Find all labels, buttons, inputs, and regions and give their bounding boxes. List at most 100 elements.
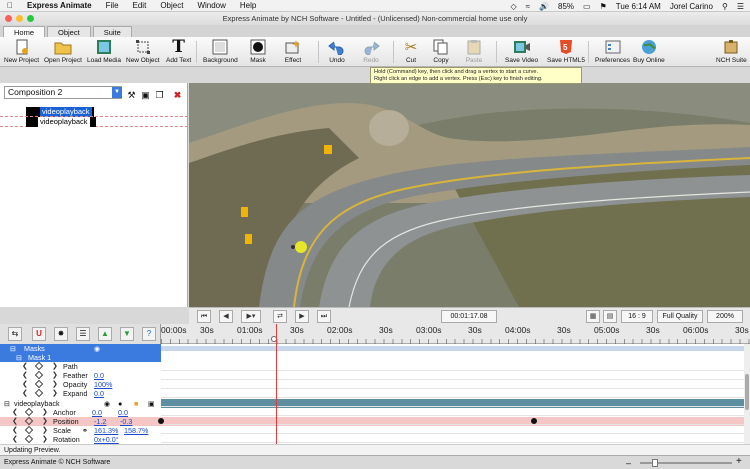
battery-percent[interactable]: 85% [558, 2, 574, 11]
keyframe-toggle[interactable] [34, 379, 44, 389]
paste-button[interactable]: Paste [465, 38, 483, 66]
aspect-ratio-select[interactable]: 16 : 9 [621, 310, 653, 323]
menu-list-icon[interactable]: ☰ [737, 2, 744, 11]
move-down-icon[interactable]: ▼ [120, 327, 134, 341]
anchor-x-value[interactable]: 0.0 [92, 408, 102, 417]
lock-icon[interactable]: ■ [134, 399, 138, 408]
eye-icon[interactable]: ◉ [94, 344, 100, 353]
clock[interactable]: Tue 6:14 AM [616, 2, 661, 11]
link-icon[interactable]: ⇆ [8, 327, 22, 341]
playhead-line[interactable] [276, 324, 277, 444]
audio-icon[interactable]: ● [118, 399, 122, 408]
buy-online-button[interactable]: Buy Online [633, 38, 665, 66]
background-button[interactable]: Background [203, 38, 238, 66]
save-video-button[interactable]: Save Video [505, 38, 538, 66]
tab-object[interactable]: Object [47, 26, 91, 37]
grid-icon[interactable]: ▦ [586, 310, 600, 323]
layer-track[interactable] [161, 399, 750, 408]
zoom-slider-thumb[interactable] [652, 459, 658, 467]
step-back-button[interactable]: ◀ [219, 310, 233, 323]
keyframe-toggle[interactable] [24, 407, 34, 417]
layer-row[interactable]: ⊟ videoplayback ◉ ● ■ ▣ [0, 399, 750, 408]
menu-help[interactable]: Help [233, 1, 263, 10]
expand-value[interactable]: 0.0 [94, 389, 104, 398]
opacity-value[interactable]: 100% [94, 380, 112, 389]
new-object-button[interactable]: New Object [126, 38, 160, 66]
position-x-value[interactable]: -1.2 [94, 417, 106, 426]
skip-end-button[interactable]: ⏭ [317, 310, 331, 323]
masks-row[interactable]: ⊟ Masks ◉ [0, 344, 750, 353]
layer-item[interactable]: videoplayback [26, 117, 96, 127]
quality-select[interactable]: Full Quality [657, 310, 703, 323]
keyframe-dot[interactable] [531, 418, 537, 424]
scale-y-value[interactable]: 158.7% [124, 426, 148, 435]
rotation-value[interactable]: 0x+0.0° [94, 435, 119, 444]
scrollbar-thumb[interactable] [745, 374, 749, 410]
mask-button[interactable]: Mask [249, 38, 267, 66]
keyframe-toggle[interactable] [34, 361, 44, 371]
search-icon[interactable]: ⚲ [722, 2, 728, 11]
menu-file[interactable]: File [99, 1, 126, 10]
link-scale-icon[interactable]: ⚭ [82, 426, 88, 435]
copy-button[interactable]: Copy [432, 38, 450, 66]
add-layer-icon[interactable]: ▣ [140, 90, 151, 101]
move-up-icon[interactable]: ▲ [98, 327, 112, 341]
keyframe-toggle[interactable] [24, 434, 34, 444]
save-html5-button[interactable]: 5 Save HTML5 [547, 38, 585, 66]
keyframe-toggle[interactable] [34, 388, 44, 398]
load-media-button[interactable]: Load Media [87, 38, 121, 66]
nch-suite-button[interactable]: NCH Suite [716, 38, 747, 66]
delete-icon[interactable]: ✖ [172, 90, 183, 101]
keyframe-toggle[interactable] [24, 416, 34, 426]
effect-button[interactable]: Effect [284, 38, 302, 66]
menu-edit[interactable]: Edit [126, 1, 154, 10]
eye-icon[interactable]: ◉ [104, 399, 110, 408]
mask1-row[interactable]: ⊟ Mask 1 [0, 353, 750, 362]
position-y-value[interactable]: -0.3 [120, 417, 132, 426]
skip-start-button[interactable]: ⏮ [197, 310, 211, 323]
user-name[interactable]: Jorel Carino [670, 2, 713, 11]
zoom-window-button[interactable] [27, 15, 34, 22]
anchor-y-value[interactable]: 0.0 [118, 408, 128, 417]
magnet-icon[interactable]: U [32, 327, 46, 341]
tab-suite[interactable]: Suite [92, 26, 132, 37]
timeline-scrollbar[interactable] [744, 344, 750, 444]
keyframe-toggle[interactable] [34, 370, 44, 380]
zoom-select[interactable]: 200% [707, 310, 743, 323]
feather-value[interactable]: 0.0 [94, 371, 104, 380]
open-project-button[interactable]: Open Project [44, 38, 82, 66]
menu-app-name[interactable]: Express Animate [20, 1, 99, 10]
zoom-out-icon[interactable]: – [626, 459, 634, 468]
menu-window[interactable]: Window [190, 1, 232, 10]
timeline-ruler[interactable]: 00:00s 30s 01:00s 30s 02:00s 30s 03:00s … [161, 324, 750, 344]
tab-home[interactable]: Home [3, 26, 46, 37]
apple-icon[interactable]:  [0, 1, 20, 10]
chevron-down-icon[interactable]: ▼ [112, 87, 122, 98]
duplicate-layer-icon[interactable]: ❐ [154, 90, 165, 101]
close-window-button[interactable] [5, 15, 12, 22]
step-forward-button[interactable]: ▶ [295, 310, 309, 323]
keyframe-dot[interactable] [158, 418, 164, 424]
redo-button[interactable]: Redo [362, 38, 380, 66]
safe-area-icon[interactable]: ▤ [603, 310, 617, 323]
flag-icon[interactable]: ⚑ [600, 2, 607, 11]
zoom-in-icon[interactable]: + [736, 457, 746, 467]
keyframe-icon[interactable]: ✸ [54, 327, 68, 341]
help-icon[interactable]: ? [142, 327, 156, 341]
cut-button[interactable]: ✂ Cut [402, 38, 420, 66]
zoom-slider[interactable] [640, 459, 732, 467]
undo-button[interactable]: Undo [328, 38, 346, 66]
dropbox-icon[interactable]: ◇ [511, 2, 517, 11]
preferences-button[interactable]: Preferences [595, 38, 630, 66]
battery-icon[interactable]: ▭ [583, 2, 591, 11]
layers-icon[interactable]: ☰ [76, 327, 90, 341]
settings-icon[interactable]: ▣ [148, 399, 155, 408]
play-button[interactable]: ▶▾ [241, 310, 261, 323]
new-project-button[interactable]: New Project [4, 38, 39, 66]
tools-icon[interactable]: ⚒ [126, 90, 137, 101]
keyframe-toggle[interactable] [24, 425, 34, 435]
position-row[interactable]: ❮ ❯ Position -1.2 -0.3 [0, 416, 750, 426]
wifi-icon[interactable]: ≈ [526, 2, 530, 11]
volume-icon[interactable]: 🔊 [539, 2, 549, 11]
loop-button[interactable]: ⇄ [273, 310, 287, 323]
